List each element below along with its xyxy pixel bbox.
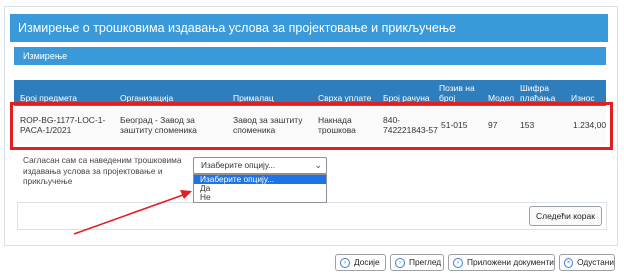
section-title: Измирење <box>14 47 606 65</box>
agreement-select[interactable]: Изаберите опцију... ⌄ <box>193 157 327 174</box>
chevron-down-icon: ⌄ <box>314 160 322 170</box>
next-step-button[interactable]: Следећи корак <box>529 206 602 226</box>
circle-arrow-icon: › <box>395 257 405 268</box>
cancel-button-label: Одустани <box>577 257 614 267</box>
preview-button[interactable]: › Преглед <box>390 254 444 271</box>
highlight-box <box>10 102 613 150</box>
attachments-button[interactable]: › Приложени документи <box>448 254 555 271</box>
attachments-button-label: Приложени документи <box>467 257 554 267</box>
option-choose[interactable]: Изаберите опцију... <box>194 175 326 184</box>
cancel-button[interactable]: × Одустани <box>559 254 615 271</box>
dossier-button-label: Досије <box>354 257 380 267</box>
page-title: Измирење о трошковима издавања услова за… <box>10 14 608 42</box>
agreement-label: Сагласан сам са наведеним трошковима изд… <box>23 155 182 186</box>
option-yes[interactable]: Да <box>194 184 326 193</box>
circle-arrow-icon: › <box>453 257 463 268</box>
circle-x-icon: × <box>564 257 574 268</box>
circle-arrow-icon: › <box>340 257 350 268</box>
agreement-options-list: Изаберите опцију... Да Не <box>193 174 327 203</box>
action-area <box>17 202 607 230</box>
dossier-button[interactable]: › Досије <box>335 254 386 271</box>
select-value: Изаберите опцију... <box>201 160 276 170</box>
option-no[interactable]: Не <box>194 193 326 202</box>
preview-button-label: Преглед <box>409 257 442 267</box>
